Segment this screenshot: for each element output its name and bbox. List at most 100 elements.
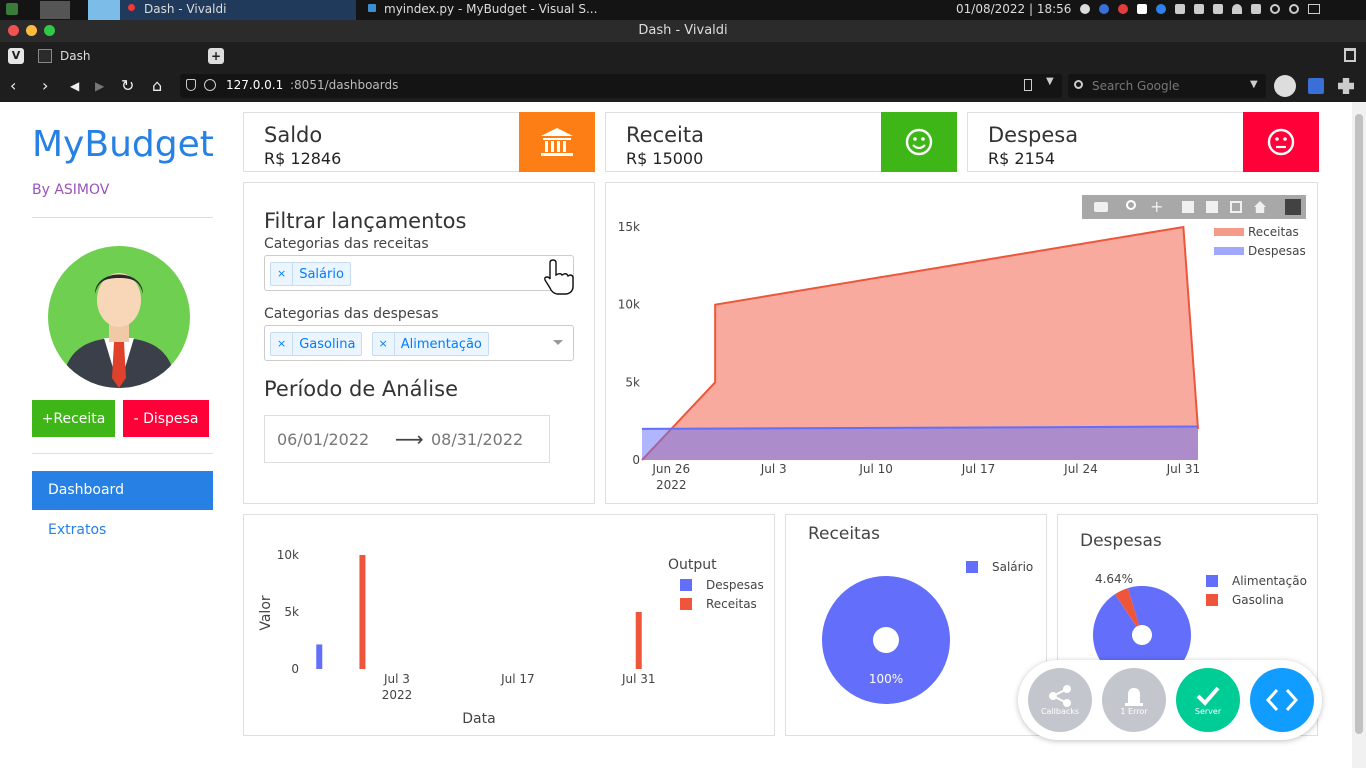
remove-chip-icon[interactable]: × (271, 333, 294, 355)
os-menu-icon[interactable] (6, 3, 18, 15)
keyboard-icon[interactable] (1308, 4, 1320, 14)
home-icon[interactable]: ⌂ (152, 76, 162, 96)
kpi-value: R$ 12846 (264, 149, 342, 168)
bookmark-icon[interactable] (1024, 79, 1032, 91)
browser-tab[interactable]: Dash (32, 44, 202, 68)
bar-chart[interactable]: 0 5k 10k Jul 3 Jul 17 Jul 31 2022 Data Valor Outp… (244, 515, 774, 735)
tray-icon[interactable] (1137, 4, 1147, 14)
x-tick-label: Jul 3 (383, 672, 410, 686)
callbacks-button[interactable]: Callbacks (1028, 668, 1092, 732)
back-icon[interactable]: ‹ (10, 76, 16, 96)
system-tray (1080, 4, 1360, 16)
area-chart[interactable]: 0 5k 10k 15k Jun 26 Jul 3 Jul 10 Jul 17 Jul 24 Ju… (606, 183, 1317, 503)
search-placeholder: Search Google (1092, 79, 1180, 93)
taskbar-item-vivaldi[interactable]: Dash - Vivaldi (120, 0, 356, 20)
chip-alimentacao[interactable]: × Alimentação (371, 332, 489, 356)
taskbar-item-vscode[interactable]: myindex.py - MyBudget - Visual S... (360, 0, 610, 20)
arrow-right-icon: ⟶ (395, 427, 424, 451)
chip-gasolina[interactable]: × Gasolina (270, 332, 363, 356)
kpi-value: R$ 2154 (988, 149, 1056, 168)
volume-icon[interactable] (1175, 4, 1185, 14)
shield-icon[interactable] (186, 79, 196, 91)
tray-icon[interactable] (1080, 4, 1090, 14)
server-button[interactable]: Server (1176, 668, 1240, 732)
chip-salario[interactable]: × Salário (270, 262, 351, 286)
scrollbar-thumb[interactable] (1355, 114, 1363, 734)
reload-icon[interactable]: ↻ (121, 76, 134, 96)
tray-icon[interactable] (1156, 4, 1166, 14)
area-fill-despesas (642, 426, 1198, 460)
trash-icon[interactable] (1344, 48, 1356, 62)
page-scrollbar[interactable] (1352, 102, 1366, 768)
x-tick-label: Jul 10 (858, 462, 893, 476)
errors-button[interactable]: 1 Error (1102, 668, 1166, 732)
battery-icon[interactable] (1194, 4, 1204, 14)
despesas-dropdown[interactable]: × Gasolina × Alimentação (264, 325, 574, 361)
kpi-title: Saldo (264, 123, 323, 147)
end-date-input[interactable]: 08/31/2022 (431, 430, 523, 449)
power-icon[interactable] (1270, 4, 1280, 14)
legend-label: Gasolina (1232, 593, 1284, 607)
x-tick-label: Jul 3 (760, 462, 787, 476)
avatar (48, 246, 190, 388)
remove-chip-icon[interactable]: × (271, 263, 294, 285)
moon-icon[interactable] (1289, 4, 1299, 14)
legend-swatch (1206, 575, 1218, 587)
legend-label: Alimentação (1232, 574, 1307, 588)
url-field[interactable]: 127.0.0.1 :8051/dashboards ▼ (180, 74, 1062, 98)
remove-chip-icon[interactable]: × (373, 333, 395, 355)
y-tick-label: 10k (618, 298, 640, 312)
browser-addressbar: ‹ › ◀ ▶ ↻ ⌂ 127.0.0.1 :8051/dashboards ▼… (0, 70, 1366, 102)
y-tick-label: 10k (277, 548, 299, 562)
search-field[interactable]: Search Google ▼ (1068, 74, 1266, 98)
divider (32, 217, 213, 218)
pie-receitas-card: Receitas 100% Salário (785, 514, 1047, 736)
os-clock[interactable]: 01/08/2022 | 18:56 (956, 2, 1071, 16)
x-year-label: 2022 (656, 478, 687, 492)
nav-extratos[interactable]: Extratos (32, 514, 213, 546)
wifi-icon[interactable] (1232, 4, 1242, 14)
clipboard-icon[interactable] (1213, 4, 1223, 14)
divider (32, 453, 213, 454)
kpi-card-saldo: Saldo R$ 12846 (243, 112, 595, 172)
server-label: Server (1194, 706, 1222, 716)
rewind-icon[interactable]: ◀ (70, 76, 79, 96)
start-date-input[interactable]: 06/01/2022 (277, 430, 369, 449)
legend-title: Output (668, 557, 717, 573)
add-receita-button[interactable]: +Receita (32, 400, 115, 437)
new-tab-button[interactable]: + (208, 48, 224, 64)
byline: By ASIMOV (32, 182, 110, 198)
profile-icon[interactable] (1274, 75, 1296, 97)
vivaldi-menu-icon[interactable]: V (8, 48, 24, 64)
add-despesa-button[interactable]: - Dispesa (123, 400, 209, 437)
tray-icon[interactable] (1099, 4, 1109, 14)
translate-icon[interactable] (1308, 78, 1324, 94)
chevron-down-icon[interactable]: ▼ (1046, 76, 1054, 87)
bank-icon (519, 112, 595, 172)
nav-dashboard[interactable]: Dashboard (32, 471, 213, 510)
page: MyBudget By ASIMOV +Receita - Dispesa Da… (0, 102, 1352, 768)
chevron-down-icon[interactable]: ▼ (1250, 79, 1258, 90)
chevron-down-icon[interactable] (1251, 4, 1261, 14)
desktop-thumb[interactable] (40, 1, 70, 19)
info-icon[interactable] (204, 79, 216, 91)
legend-swatch (1206, 594, 1218, 606)
kpi-card-despesa: Despesa R$ 2154 (967, 112, 1319, 172)
slice-label: 100% (869, 672, 903, 686)
forward-icon[interactable]: › (42, 76, 48, 96)
fast-forward-icon[interactable]: ▶ (95, 76, 104, 96)
kpi-title: Despesa (988, 123, 1079, 147)
tray-icon[interactable] (1118, 4, 1128, 14)
receitas-dropdown[interactable]: × Salário (264, 255, 574, 291)
extensions-icon[interactable] (1338, 78, 1354, 94)
pie-receitas-chart[interactable]: 100% Salário (786, 515, 1046, 735)
app-logo: MyBudget (32, 124, 214, 165)
legend-swatch (680, 579, 692, 591)
caret-down-icon[interactable] (553, 340, 563, 345)
x-tick-label: Jul 24 (1063, 462, 1098, 476)
date-range-picker[interactable]: 06/01/2022 ⟶ 08/31/2022 (264, 415, 550, 463)
slice-label: 4.64% (1095, 572, 1133, 586)
legend-label: Receitas (1248, 225, 1299, 239)
toggle-debug-button[interactable] (1250, 668, 1314, 732)
window-thumb[interactable] (88, 0, 120, 20)
